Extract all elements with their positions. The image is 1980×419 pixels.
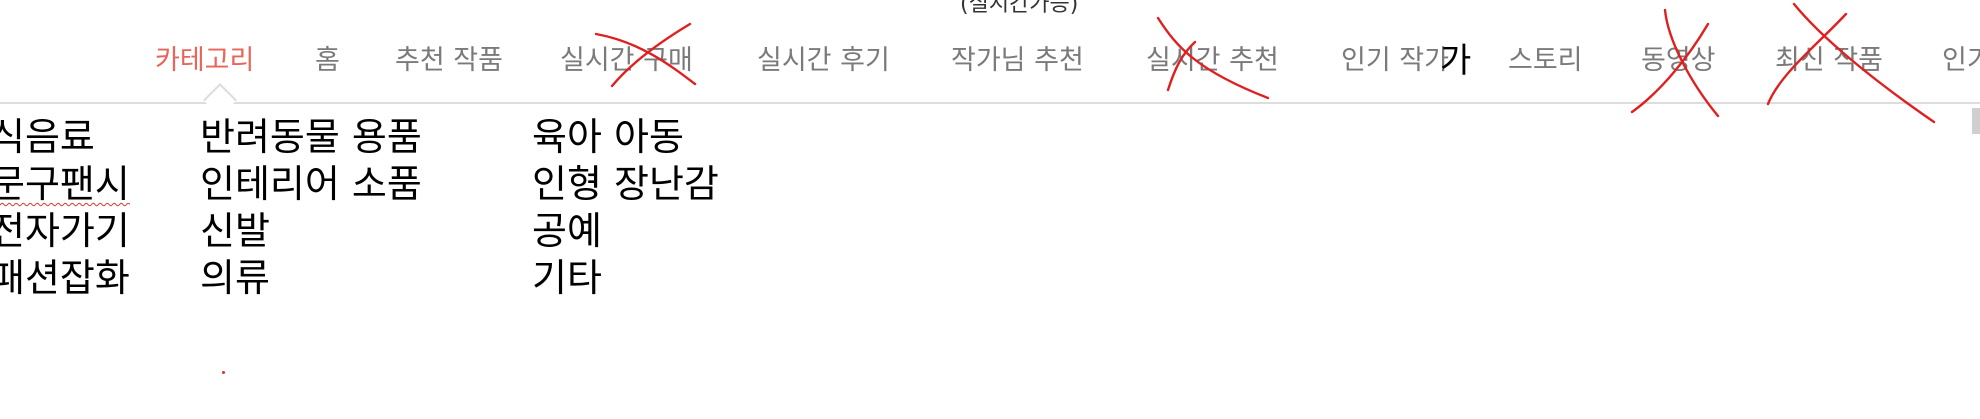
category-tab-bar: 카테고리 홈 추천 작품 실시간 구매 실시간 후기 작가님 추천 실시간 추천… xyxy=(0,0,1980,117)
category-shoes[interactable]: 신발 xyxy=(200,208,422,255)
tab-realtime-recommendation[interactable]: 실시간 추천 xyxy=(1146,38,1279,77)
category-clothing[interactable]: 의류 xyxy=(200,255,422,302)
category-fashion-goods[interactable]: 패션잡화 xyxy=(0,255,130,302)
category-stationery[interactable]: 문구팬시 xyxy=(0,161,130,208)
category-electronics[interactable]: 전자가기 xyxy=(0,208,130,255)
category-column-1: 식음료 문구팬시 전자가기 패션잡화 xyxy=(0,114,130,302)
tab-latest-works[interactable]: 최신 작품 xyxy=(1775,38,1883,77)
category-interior-decor[interactable]: 인테리어 소품 xyxy=(200,161,422,208)
scrollbar-handle[interactable] xyxy=(1972,108,1980,134)
tab-realtime-purchase[interactable]: 실시간 구매 xyxy=(560,38,693,77)
category-pet-supplies[interactable]: 반려동물 용품 xyxy=(200,114,422,161)
tab-video[interactable]: 동영상 xyxy=(1641,38,1716,77)
tab-category[interactable]: 카테고리 xyxy=(155,38,254,77)
tab-story[interactable]: 스토리 xyxy=(1508,38,1583,77)
stray-mark xyxy=(222,371,225,374)
category-kids[interactable]: 육아 아동 xyxy=(532,114,719,161)
category-etc[interactable]: 기타 xyxy=(532,255,719,302)
tab-popular-cut[interactable]: 인기 xyxy=(1942,38,1980,77)
category-dolls-toys[interactable]: 인형 장난감 xyxy=(532,161,719,208)
active-tab-indicator xyxy=(203,83,237,117)
tab-recommended-works[interactable]: 추천 작품 xyxy=(395,38,503,77)
tab-popular-artists[interactable]: 인기 작가 xyxy=(1341,38,1449,77)
category-column-3: 육아 아동 인형 장난감 공예 기타 xyxy=(532,114,719,302)
category-food-beverage[interactable]: 식음료 xyxy=(0,114,130,161)
tab-home[interactable]: 홈 xyxy=(315,38,340,77)
tab-artist-recommendation[interactable]: 작가님 추천 xyxy=(951,38,1084,77)
tab-realtime-reviews[interactable]: 실시간 후기 xyxy=(757,38,890,77)
category-crafts[interactable]: 공예 xyxy=(532,208,719,255)
category-column-2: 반려동물 용품 인테리어 소품 신발 의류 xyxy=(200,114,422,302)
